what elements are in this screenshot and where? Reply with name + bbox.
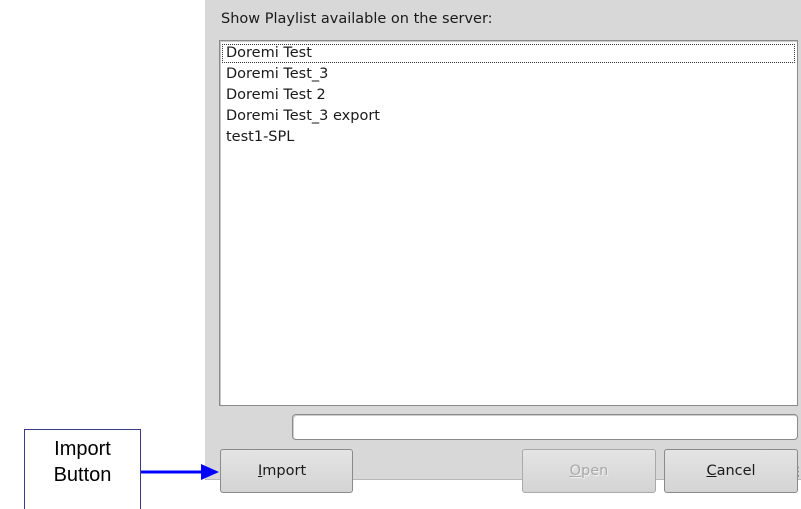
annotation-line-1: Import [54, 438, 111, 460]
import-button[interactable]: Import [220, 449, 353, 493]
open-button-mnemonic: O [569, 463, 582, 479]
open-button-label: pen [581, 463, 609, 479]
playlist-name-input[interactable] [292, 414, 798, 440]
annotation-callout: Import Button [24, 429, 141, 509]
playlist-item[interactable]: Doremi Test_3 [220, 64, 797, 85]
cancel-button-mnemonic: C [706, 463, 717, 479]
cancel-button[interactable]: Cancel [664, 449, 798, 493]
annotation-arrow-icon [141, 464, 219, 480]
playlist-item[interactable]: Doremi Test_3 export [220, 106, 797, 127]
playlist-dialog: Show Playlist available on the server: D… [205, 0, 801, 480]
playlist-item[interactable]: test1-SPL [220, 127, 797, 148]
screenshot-stage: Show Playlist available on the server: D… [0, 0, 801, 509]
import-button-label: mport [262, 463, 307, 479]
dialog-heading: Show Playlist available on the server: [221, 11, 493, 27]
playlist-list[interactable]: Doremi Test Doremi Test_3 Doremi Test 2 … [219, 40, 798, 406]
open-button[interactable]: Open [522, 449, 656, 493]
annotation-line-2: Button [53, 464, 112, 486]
playlist-item[interactable]: Doremi Test 2 [220, 85, 797, 106]
playlist-item[interactable]: Doremi Test [221, 43, 796, 64]
cancel-button-label: ancel [716, 463, 756, 479]
